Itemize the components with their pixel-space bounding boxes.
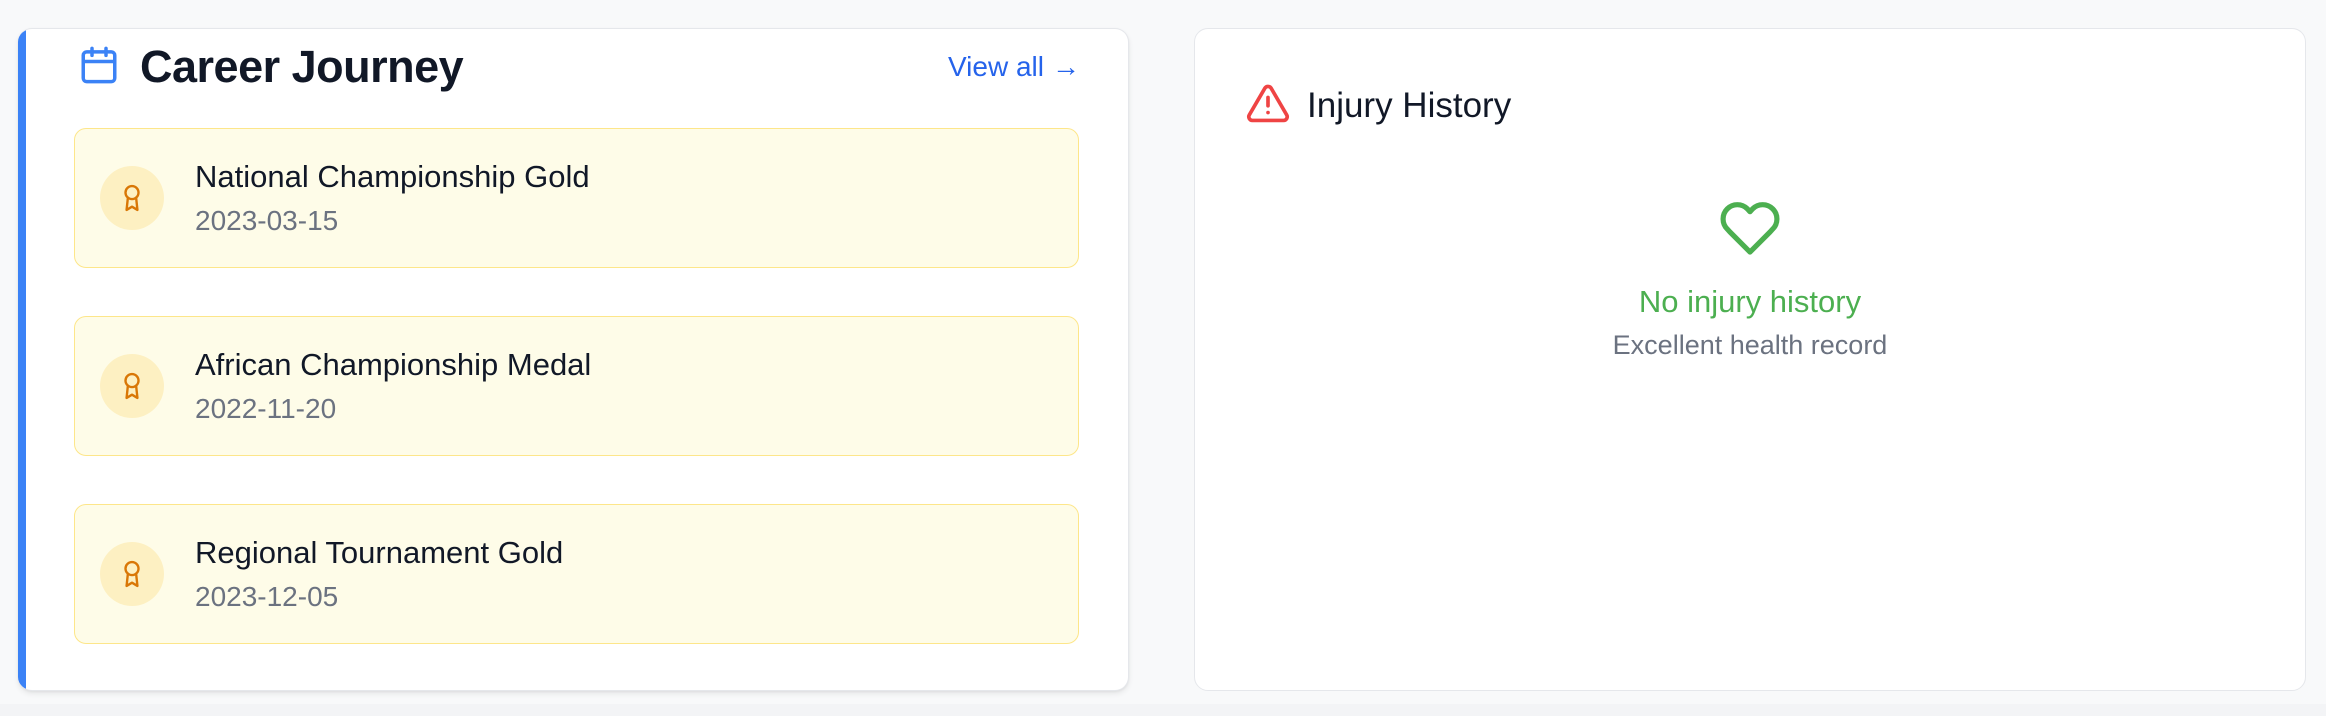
arrow-right-icon: →	[1052, 51, 1080, 82]
award-icon	[100, 542, 164, 606]
achievement-date: 2022-11-20	[195, 393, 337, 424]
empty-state-title: No injury history	[1638, 284, 1862, 319]
achievement-date: 2023-03-15	[195, 205, 339, 236]
achievement-item[interactable]: National Championship Gold 2023-03-15	[74, 128, 1079, 268]
achievement-text: Regional Tournament Gold 2023-12-05	[195, 535, 563, 613]
career-journey-card: Career Journey View all → National Champ…	[18, 28, 1129, 691]
achievement-text: African Championship Medal 2022-11-20	[195, 347, 591, 425]
achievement-title: National Championship Gold	[195, 159, 590, 194]
achievement-item[interactable]: African Championship Medal 2022-11-20	[74, 316, 1079, 456]
heart-icon	[1719, 199, 1781, 262]
empty-state-subtitle: Excellent health record	[1612, 330, 1888, 360]
career-title: Career Journey	[140, 41, 464, 92]
injury-empty-state: No injury history Excellent health recor…	[1195, 199, 2305, 361]
achievement-list: National Championship Gold 2023-03-15 Af…	[74, 128, 1079, 644]
page-bottom-strip	[0, 704, 2326, 716]
achievement-title: Regional Tournament Gold	[195, 535, 564, 570]
injury-history-card: Injury History No injury history Excelle…	[1194, 28, 2306, 691]
dashboard-stage: Career Journey View all → National Champ…	[0, 0, 2326, 716]
calendar-icon	[78, 43, 120, 92]
award-icon	[100, 354, 164, 418]
career-title-group: Career Journey	[78, 41, 464, 93]
injury-title: Injury History	[1307, 85, 1512, 125]
injury-header: Injury History	[1245, 81, 1511, 130]
alert-triangle-icon	[1245, 81, 1291, 130]
view-all-label: View all	[948, 51, 1044, 82]
achievement-date: 2023-12-05	[195, 581, 339, 612]
career-header: Career Journey View all →	[78, 37, 1080, 97]
view-all-link[interactable]: View all →	[948, 51, 1080, 83]
achievement-title: African Championship Medal	[195, 347, 592, 382]
achievement-item[interactable]: Regional Tournament Gold 2023-12-05	[74, 504, 1079, 644]
achievement-text: National Championship Gold 2023-03-15	[195, 159, 590, 237]
award-icon	[100, 166, 164, 230]
card-accent-bar	[18, 29, 26, 690]
